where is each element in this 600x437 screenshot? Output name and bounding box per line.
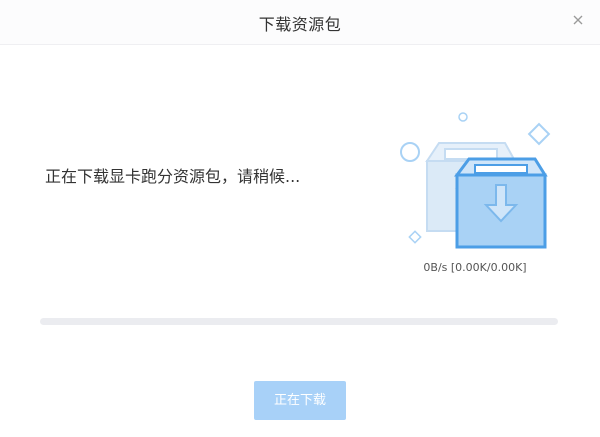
speed-readout: 0B/s [0.00K/0.00K]	[423, 261, 527, 274]
dialog-title: 下载资源包	[258, 15, 342, 34]
download-box-illustration	[395, 105, 560, 255]
download-dialog: 下载资源包 正在下载显卡跑分资源包，请稍候... 0B/s [0.00K/0.0…	[0, 0, 600, 437]
downloading-button[interactable]: 正在下载	[254, 381, 346, 420]
dialog-titlebar: 下载资源包	[0, 0, 600, 45]
front-box-shape	[454, 157, 548, 249]
download-progress-bar	[40, 318, 558, 325]
status-message: 正在下载显卡跑分资源包，请稍候...	[45, 167, 301, 186]
close-icon[interactable]	[570, 12, 586, 28]
